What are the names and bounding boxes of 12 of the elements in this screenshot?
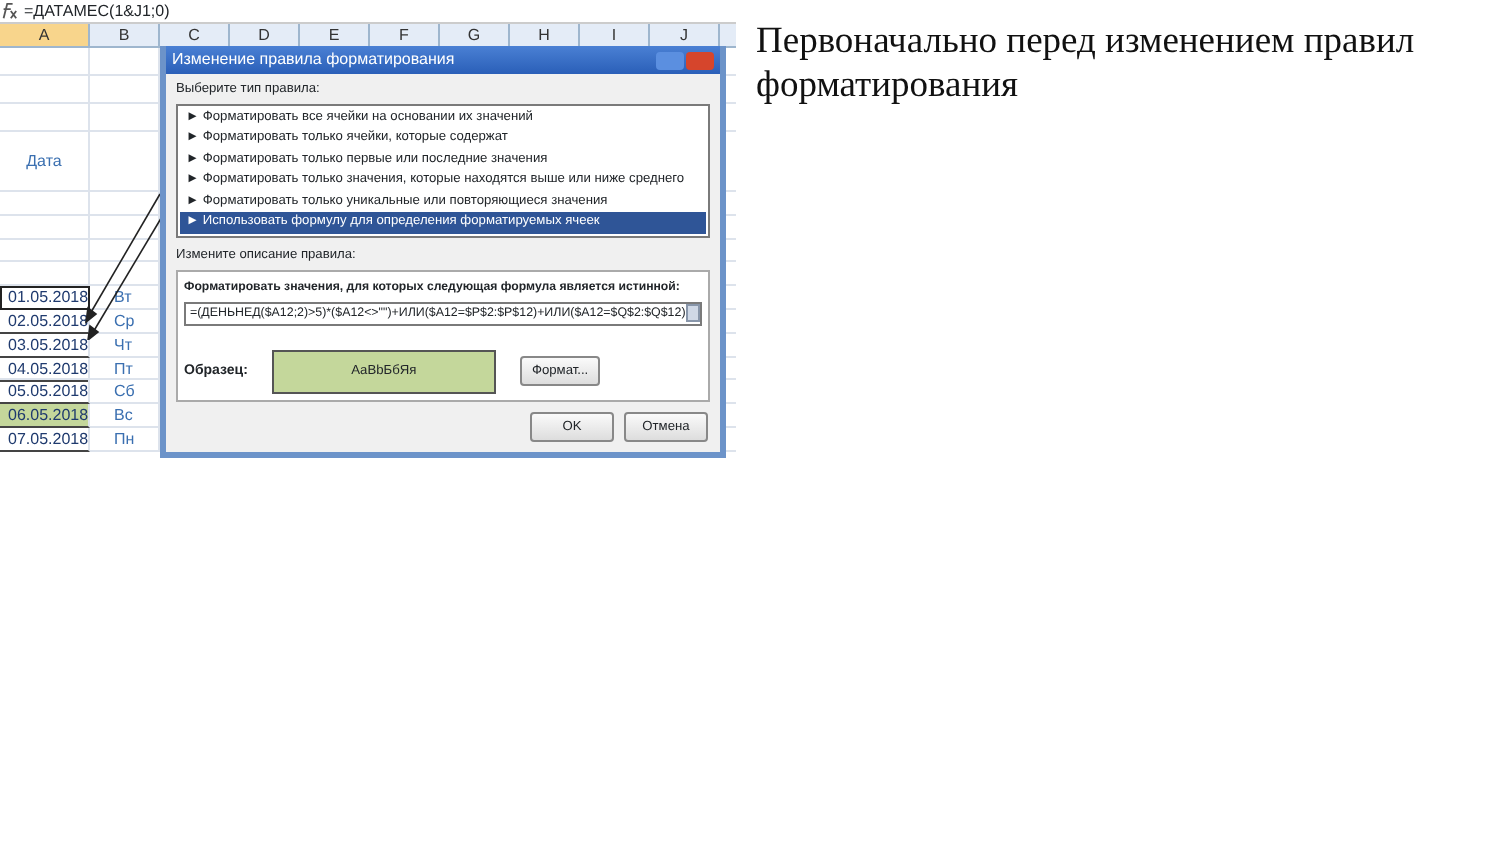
formula-field[interactable]: =ДАТАМЕС(1&J1;0) xyxy=(24,0,170,23)
date-cell[interactable]: 07.05.2018 xyxy=(0,427,90,452)
caption: Первоначально перед изменением правил форматирования xyxy=(754,20,1417,110)
cell-text: Дата xyxy=(0,132,90,192)
date-cell[interactable]: 04.05.2018 xyxy=(0,357,90,382)
function-icon[interactable] xyxy=(0,2,18,20)
date-cell[interactable]: 01.05.2018 xyxy=(0,286,90,311)
range-select-icon[interactable] xyxy=(685,304,700,323)
dialog-title: Изменение правила форматирования xyxy=(172,48,455,72)
column-header[interactable]: B xyxy=(90,24,160,46)
date-cell[interactable]: 06.05.2018 xyxy=(0,404,90,429)
column-header[interactable]: A xyxy=(0,24,90,46)
